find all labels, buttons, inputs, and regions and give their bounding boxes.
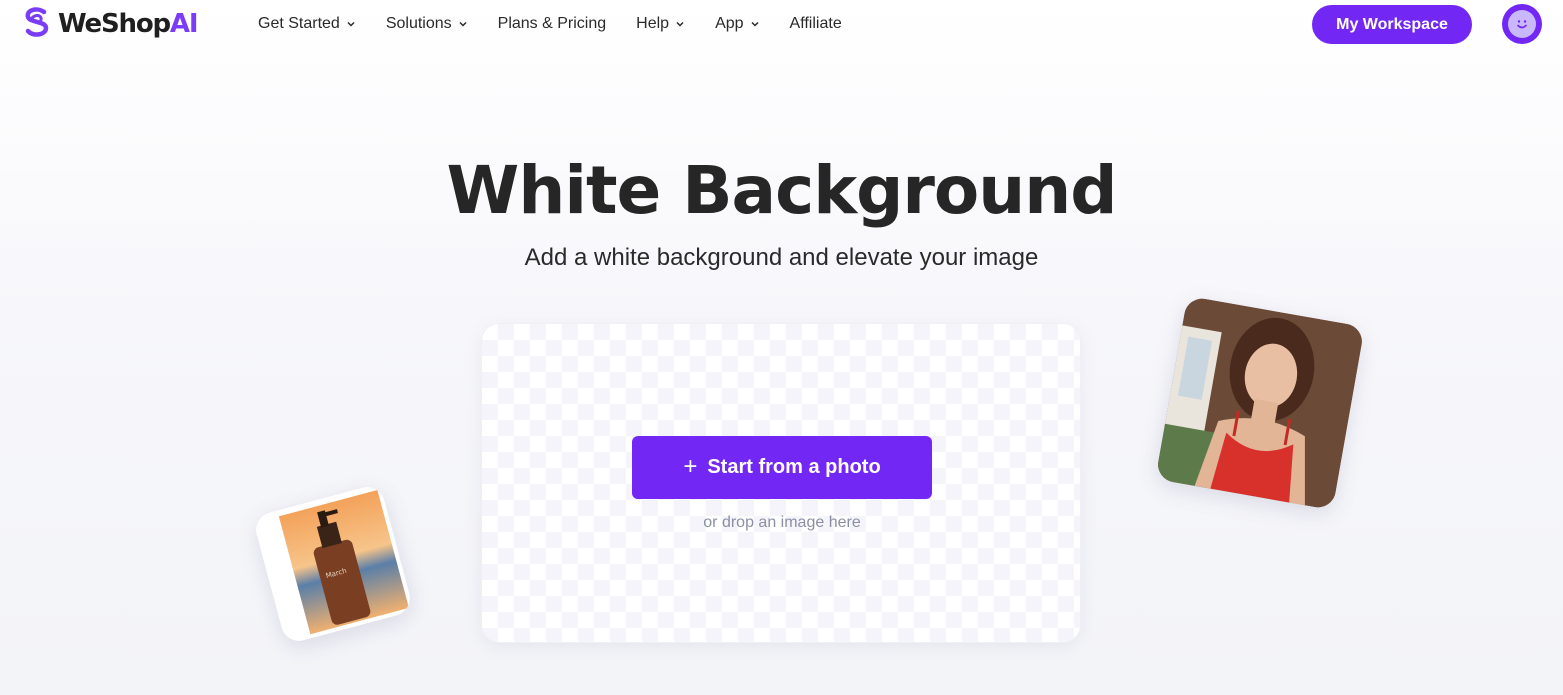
smiley-avatar-icon (1508, 10, 1536, 38)
nav-label: Plans & Pricing (497, 15, 607, 32)
chevron-down-icon (347, 21, 355, 27)
sample-product-image: March (252, 483, 414, 645)
weshop-logo[interactable]: WeShopAI (20, 5, 199, 44)
nav-label: App (715, 15, 744, 32)
avatar[interactable] (1502, 4, 1542, 44)
logo-wordmark-main: WeShop (58, 9, 171, 39)
nav-item-affiliate[interactable]: Affiliate (790, 15, 842, 33)
start-button-label: Start from a photo (707, 456, 881, 478)
nav-label: Get Started (258, 15, 340, 32)
logo-wordmark-accent: AI (169, 9, 199, 39)
nav-item-get-started[interactable]: Get Started (258, 15, 356, 33)
nav-item-solutions[interactable]: Solutions (386, 15, 468, 33)
nav-item-plans-pricing[interactable]: Plans & Pricing (498, 15, 607, 33)
page-title: White Background (446, 152, 1118, 229)
chevron-down-icon (751, 21, 759, 27)
nav-label: Solutions (385, 15, 452, 32)
nav-label: Help (636, 15, 670, 32)
top-navigation-bar: WeShopAI Get Started Solutions Plans & P… (0, 0, 1563, 50)
my-workspace-button[interactable]: My Workspace (1312, 5, 1472, 44)
nav-item-app[interactable]: App (715, 15, 759, 33)
image-upload-dropzone[interactable]: + Start from a photo or drop an image he… (481, 323, 1081, 643)
start-from-photo-button[interactable]: + Start from a photo (632, 436, 932, 499)
drop-hint-text: or drop an image here (703, 514, 861, 531)
nav-item-help[interactable]: Help (636, 15, 685, 33)
chevron-down-icon (676, 21, 684, 27)
logo-wordmark: WeShopAI (58, 9, 199, 39)
weshop-s-logo-icon (20, 5, 54, 44)
sample-model-image (1155, 295, 1365, 511)
plus-icon: + (683, 452, 698, 480)
nav-label: Affiliate (789, 15, 842, 32)
main-nav: Get Started Solutions Plans & Pricing He… (258, 12, 872, 36)
page-subtitle: Add a white background and elevate your … (524, 244, 1039, 271)
chevron-down-icon (459, 21, 467, 27)
